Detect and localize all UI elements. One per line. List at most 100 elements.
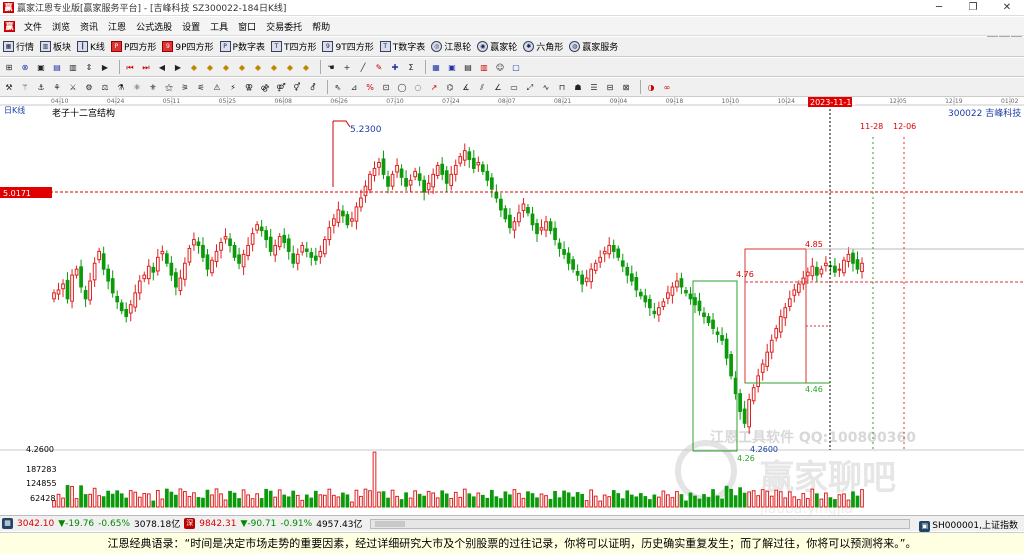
toolbar-hexagon-button[interactable]: ✱ 六角形 bbox=[520, 40, 566, 53]
stat-icon[interactable]: ▤ bbox=[51, 61, 63, 74]
tool-c-icon[interactable]: ⚓ bbox=[35, 81, 47, 94]
toolbar-p-table-button[interactable]: P P数字表 bbox=[217, 40, 268, 53]
toolbar-p-square-button[interactable]: P P四方形 bbox=[108, 40, 159, 53]
scrollbar-thumb[interactable] bbox=[375, 520, 406, 527]
color-icon[interactable]: ◑ bbox=[645, 81, 657, 94]
arrow-icon[interactable]: ↗ bbox=[428, 81, 440, 94]
menu-settings[interactable]: 设置 bbox=[177, 20, 205, 33]
forward-icon[interactable]: ▶ bbox=[172, 61, 184, 74]
diamond4-icon[interactable]: ◆ bbox=[236, 61, 248, 74]
chart-icon[interactable]: ▥ bbox=[67, 61, 79, 74]
clear-icon[interactable]: ⊠ bbox=[620, 81, 632, 94]
flag-icon[interactable]: ▶ bbox=[99, 61, 111, 74]
menu-tools[interactable]: 工具 bbox=[205, 20, 233, 33]
tool-k-icon[interactable]: ⚝ bbox=[163, 81, 175, 94]
tool-n-icon[interactable]: ⚠ bbox=[211, 81, 223, 94]
cycle-icon[interactable]: ⌬ bbox=[444, 81, 456, 94]
angle-icon[interactable]: ∠ bbox=[492, 81, 504, 94]
tool-m-icon[interactable]: ⚟ bbox=[195, 81, 207, 94]
zoom-icon[interactable]: ⊗ bbox=[19, 61, 31, 74]
crosshair-icon[interactable]: + bbox=[341, 61, 353, 74]
first-icon[interactable]: ⏮ bbox=[124, 61, 136, 74]
trend-icon[interactable]: ⤢ bbox=[524, 81, 536, 94]
tool-p-icon[interactable]: ⚢ bbox=[243, 81, 255, 94]
table-icon[interactable]: ▤ bbox=[462, 61, 474, 74]
diamond-icon[interactable]: ◆ bbox=[188, 61, 200, 74]
step-icon[interactable]: ⊓ bbox=[556, 81, 568, 94]
grid2-icon[interactable]: ▣ bbox=[35, 61, 47, 74]
ruler-icon[interactable]: ✚ bbox=[389, 61, 401, 74]
circle-icon[interactable]: ◯ bbox=[396, 81, 408, 94]
calendar-icon[interactable]: ▦ bbox=[430, 61, 442, 74]
gann-fan-icon[interactable]: ∡ bbox=[460, 81, 472, 94]
channel-icon[interactable]: ⫽ bbox=[476, 81, 488, 94]
tool-h-icon[interactable]: ⚗ bbox=[115, 81, 127, 94]
tool-e-icon[interactable]: ⚔ bbox=[67, 81, 79, 94]
maximize-icon[interactable]: ❐ bbox=[956, 0, 990, 16]
select-icon[interactable]: ⊞ bbox=[3, 61, 15, 74]
menu-info[interactable]: 资讯 bbox=[75, 20, 103, 33]
toolbar-winner-wheel-button[interactable]: ◉ 赢家轮 bbox=[474, 40, 520, 53]
horizontal-scrollbar[interactable] bbox=[370, 518, 911, 529]
diamond2-icon[interactable]: ◆ bbox=[204, 61, 216, 74]
diamond6-icon[interactable]: ◆ bbox=[268, 61, 280, 74]
menu-browse[interactable]: 浏览 bbox=[47, 20, 75, 33]
diamond3-icon[interactable]: ◆ bbox=[220, 61, 232, 74]
next-icon[interactable]: ⏭ bbox=[140, 61, 152, 74]
tool-g-icon[interactable]: ⚖ bbox=[99, 81, 111, 94]
square-icon[interactable]: ⊡ bbox=[380, 81, 392, 94]
minimize-icon[interactable]: ─ bbox=[922, 0, 956, 16]
tool-t-icon[interactable]: ⚦ bbox=[307, 81, 319, 94]
text-icon[interactable]: Ʃ bbox=[405, 61, 417, 74]
draw-icon[interactable]: ✎ bbox=[373, 61, 385, 74]
box-icon[interactable]: ▭ bbox=[508, 81, 520, 94]
menu-gann[interactable]: 江恩 bbox=[103, 20, 131, 33]
tool-q-icon[interactable]: ⚣ bbox=[259, 81, 271, 94]
infinity-icon[interactable]: ∞ bbox=[661, 81, 673, 94]
tool-b-icon[interactable]: ⚚ bbox=[19, 81, 31, 94]
diamond5-icon[interactable]: ◆ bbox=[252, 61, 264, 74]
save-icon[interactable]: ▣ bbox=[446, 61, 458, 74]
menu-formula[interactable]: 公式选股 bbox=[131, 20, 177, 33]
toolbar-service-button[interactable]: ◍ 赢家服务 bbox=[566, 40, 621, 53]
alert-icon[interactable]: ▥ bbox=[478, 61, 490, 74]
toolbar-9p-square-button[interactable]: 9 9P四方形 bbox=[159, 40, 216, 53]
tool-r-icon[interactable]: ⚤ bbox=[275, 81, 287, 94]
percent-icon[interactable]: % bbox=[364, 81, 376, 94]
tool-l-icon[interactable]: ⚞ bbox=[179, 81, 191, 94]
menu-trade[interactable]: 交易委托 bbox=[261, 20, 307, 33]
menu-window[interactable]: 窗口 bbox=[233, 20, 261, 33]
fib-icon[interactable]: ⊿ bbox=[348, 81, 360, 94]
diamond7-icon[interactable]: ◆ bbox=[284, 61, 296, 74]
split-icon[interactable]: ⊟ bbox=[604, 81, 616, 94]
line-icon[interactable]: ╱ bbox=[357, 61, 369, 74]
tool-o-icon[interactable]: ⚡ bbox=[227, 81, 239, 94]
hand-icon[interactable]: ☚ bbox=[325, 61, 337, 74]
toolbar-kline-button[interactable]: ┃ K线 bbox=[74, 40, 108, 53]
tool-i-icon[interactable]: ⚛ bbox=[131, 81, 143, 94]
pointer-icon[interactable]: ⇕ bbox=[83, 61, 95, 74]
tool-f-icon[interactable]: ⚙ bbox=[83, 81, 95, 94]
people-icon[interactable]: ☺ bbox=[494, 61, 506, 74]
kline-chart[interactable]: 江恩工具软件 QQ:100800360 赢家聊吧 jiaoba.yingjia … bbox=[0, 97, 1024, 515]
level-icon[interactable]: ☰ bbox=[588, 81, 600, 94]
mark-icon[interactable]: ☗ bbox=[572, 81, 584, 94]
wave-icon[interactable]: ∿ bbox=[540, 81, 552, 94]
back-icon[interactable]: ◀ bbox=[156, 61, 168, 74]
diamond8-icon[interactable]: ◆ bbox=[300, 61, 312, 74]
toolbar-quote-button[interactable]: ▦ 行情 bbox=[0, 40, 37, 53]
window-icon[interactable]: ▢ bbox=[510, 61, 522, 74]
menu-help[interactable]: 帮助 bbox=[307, 20, 335, 33]
toolbar-t-table-button[interactable]: T T数字表 bbox=[377, 40, 429, 53]
cursor-icon[interactable]: ⇖ bbox=[332, 81, 344, 94]
index-selector[interactable]: ▣ SH000001,上证指数 bbox=[917, 518, 1018, 532]
toolbar-9t-square-button[interactable]: 9 9T四方形 bbox=[319, 40, 376, 53]
spiral-icon[interactable]: ◌ bbox=[412, 81, 424, 94]
menu-file[interactable]: 文件 bbox=[19, 20, 47, 33]
tool-d-icon[interactable]: ⚘ bbox=[51, 81, 63, 94]
tool-j-icon[interactable]: ⚜ bbox=[147, 81, 159, 94]
tool-s-icon[interactable]: ⚥ bbox=[291, 81, 303, 94]
tool-a-icon[interactable]: ⚒ bbox=[3, 81, 15, 94]
toolbar-sector-button[interactable]: ▥ 板块 bbox=[37, 40, 74, 53]
toolbar-gann-wheel-button[interactable]: ◎ 江恩轮 bbox=[428, 40, 474, 53]
